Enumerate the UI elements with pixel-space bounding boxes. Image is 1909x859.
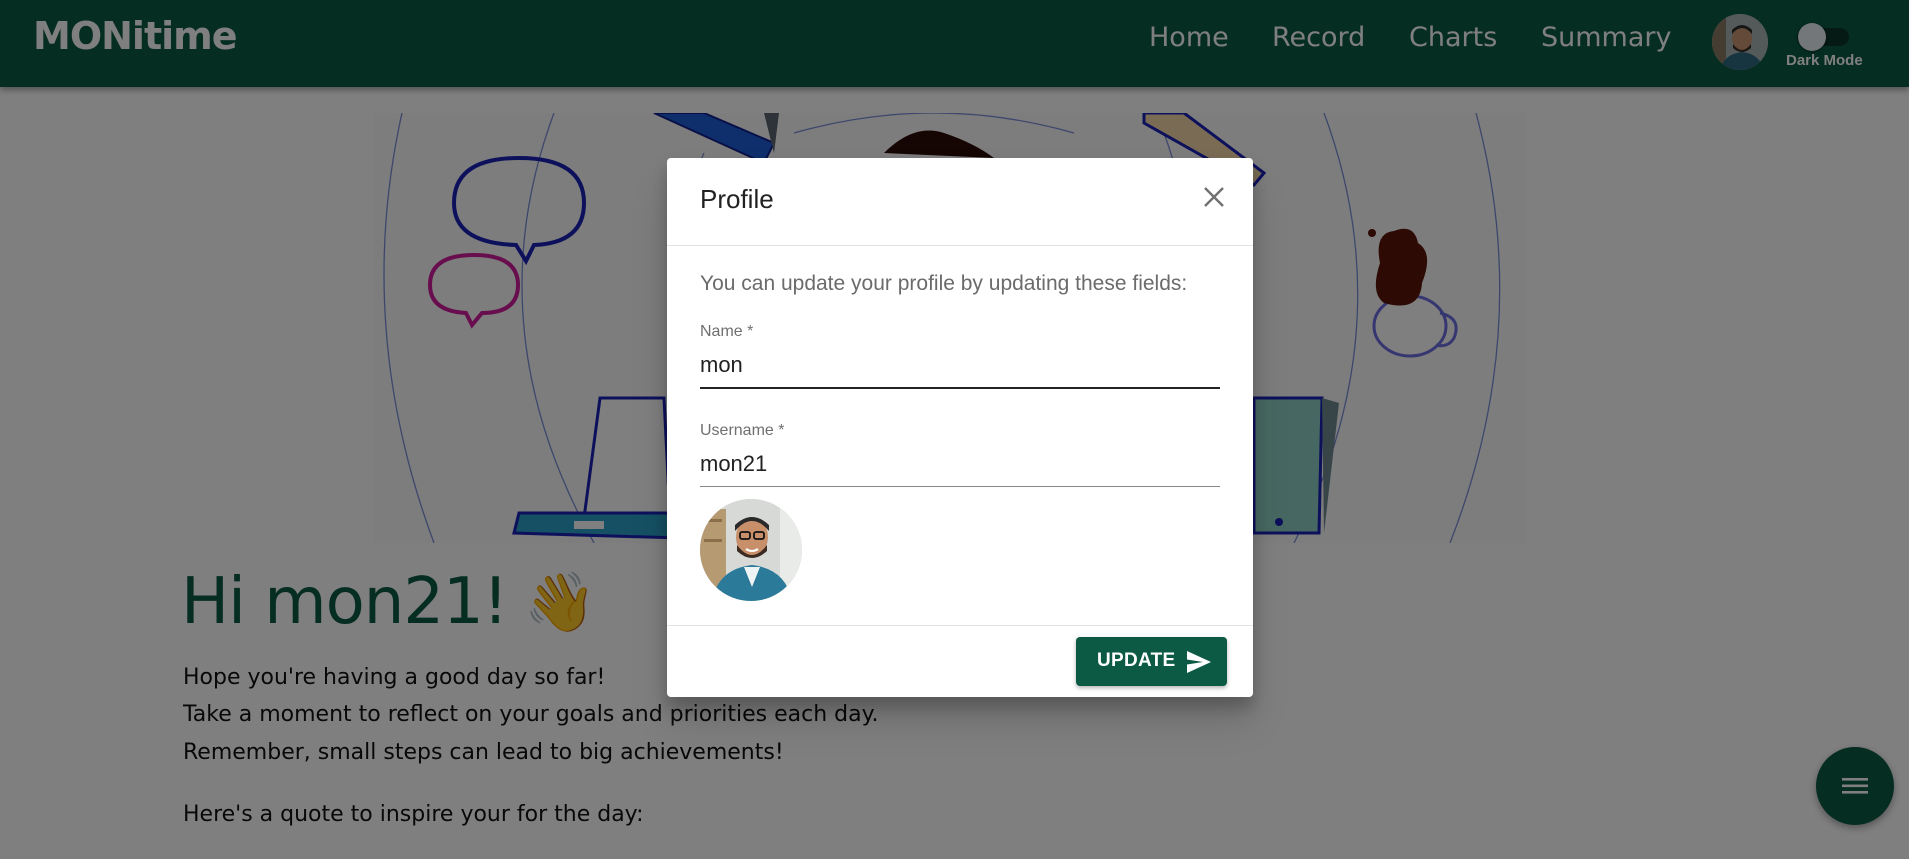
close-button[interactable] xyxy=(1197,180,1231,214)
close-icon xyxy=(1204,187,1224,207)
username-field-underline xyxy=(700,486,1220,487)
name-field-underline xyxy=(700,387,1220,389)
username-field-label: Username * xyxy=(700,422,785,439)
dialog-footer-divider xyxy=(667,625,1253,626)
name-field-label: Name * xyxy=(700,323,754,340)
dialog-title: Profile xyxy=(700,184,774,214)
username-field[interactable] xyxy=(700,447,1220,481)
dialog-header-divider xyxy=(667,245,1253,246)
update-button[interactable]: UPDATE xyxy=(1076,637,1227,686)
name-field[interactable] xyxy=(700,348,1220,382)
update-button-label: UPDATE xyxy=(1097,650,1176,671)
profile-photo[interactable] xyxy=(700,499,802,601)
send-icon xyxy=(1187,651,1211,673)
profile-dialog: Profile You can update your profile by u… xyxy=(667,158,1253,697)
dialog-intro: You can update your profile by updating … xyxy=(700,272,1188,295)
